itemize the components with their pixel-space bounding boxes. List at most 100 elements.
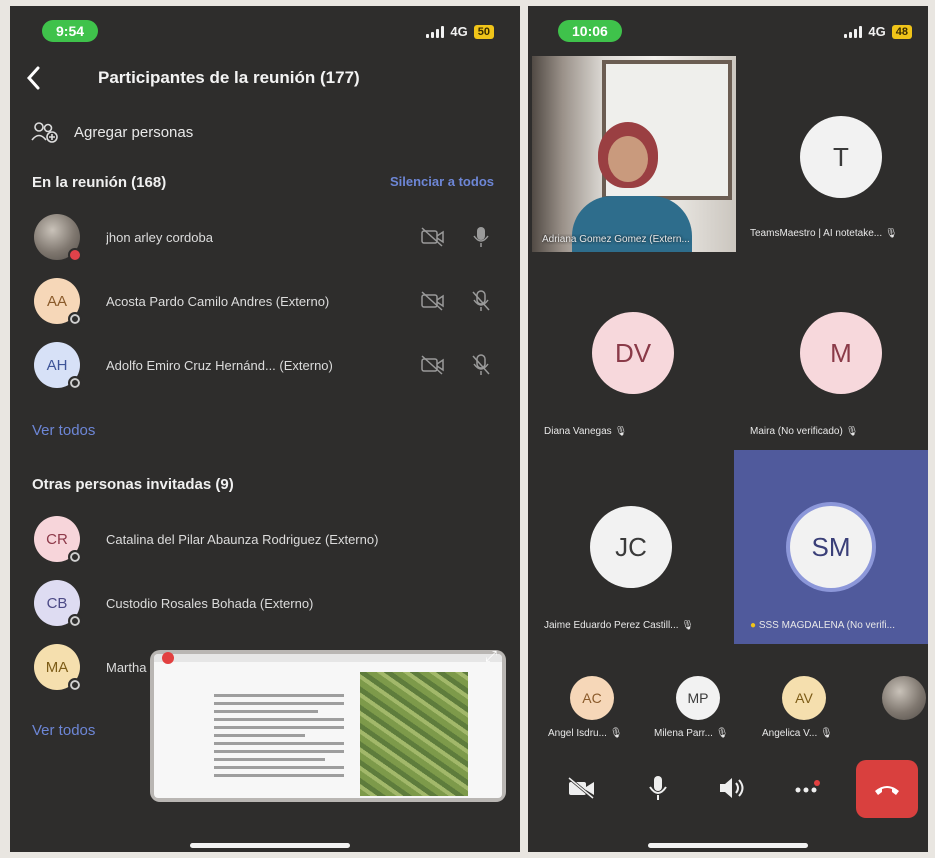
avatar-initials: M	[830, 337, 852, 368]
invited-title: Otras personas invitadas (9)	[32, 476, 234, 493]
tile-name: Jaime Eduardo Perez Castill...	[544, 620, 679, 631]
expand-icon[interactable]: ⤢	[480, 648, 502, 668]
avatar: CR	[34, 516, 82, 564]
speaker-button[interactable]	[712, 768, 752, 808]
avatar-initials: CR	[46, 530, 68, 548]
camera-off-icon	[420, 290, 446, 312]
more-icon	[795, 780, 820, 793]
avatar: AA	[34, 278, 82, 326]
status-dot-icon	[68, 678, 82, 692]
invited-row[interactable]: CB Custodio Rosales Bohada (Externo)	[34, 578, 500, 628]
shared-screen	[154, 654, 502, 798]
strip-name: Milena Parr...	[654, 728, 713, 739]
tile-label: ● SSS MAGDALENA (No verifi...	[750, 620, 926, 631]
status-dot-icon	[68, 376, 82, 390]
home-indicator[interactable]	[190, 843, 350, 848]
speaker-icon	[720, 778, 744, 798]
avatar	[34, 214, 82, 262]
strip-name: Angelica V...	[762, 728, 818, 739]
mic-off-icon: 🎙︎	[820, 728, 833, 739]
mic-off-icon: 🎙︎	[884, 228, 898, 239]
see-all-invited-link[interactable]: Ver todos	[32, 722, 95, 739]
in-meeting-title: En la reunión (168)	[32, 174, 167, 191]
mic-button[interactable]	[638, 768, 678, 808]
status-time: 9:54	[42, 20, 99, 42]
avatar-initials: AC	[582, 690, 602, 706]
avatar-tile[interactable]: DV	[592, 312, 674, 394]
status-indicators: 4G 50	[426, 24, 494, 39]
camera-off-icon	[568, 777, 594, 799]
home-indicator[interactable]	[648, 843, 808, 848]
participant-row[interactable]: AA Acosta Pardo Camilo Andres (Externo)	[34, 276, 500, 326]
video-tile[interactable]: Adriana Gomez Gomez (Extern...	[532, 56, 736, 252]
invited-name: Custodio Rosales Bohada (Externo)	[106, 595, 314, 611]
camera-off-icon	[420, 354, 446, 376]
participant-row[interactable]: AH Adolfo Emiro Cruz Hernánd... (Externo…	[34, 340, 500, 390]
add-people-icon	[31, 122, 58, 143]
person-face	[608, 136, 648, 182]
avatar-initials: AV	[795, 690, 813, 706]
more-button[interactable]	[788, 768, 828, 808]
shared-image	[360, 672, 468, 796]
participant-name: jhon arley cordoba	[106, 229, 213, 245]
network-label: 4G	[868, 24, 886, 39]
add-people-label: Agregar personas	[74, 123, 194, 141]
see-all-in-meeting-link[interactable]: Ver todos	[32, 422, 95, 439]
mute-all-button[interactable]: Silenciar a todos	[390, 174, 494, 189]
avatar: AH	[34, 342, 82, 390]
status-dot-icon	[68, 550, 82, 564]
avatar-initials: AH	[46, 356, 68, 374]
strip-label: Angel Isdru... 🎙︎	[548, 728, 622, 739]
status-time: 10:06	[558, 20, 622, 42]
camera-off-icon	[420, 226, 446, 248]
chevron-left-icon	[26, 66, 40, 90]
shared-document	[214, 694, 344, 782]
tile-label: Maira (No verificado) 🎙︎	[750, 426, 926, 437]
avatar-initials: SM	[811, 531, 851, 562]
meeting-screen: 10:06 4G 48 Adriana Gomez Gomez (Extern.…	[528, 6, 928, 852]
avatar-initials: JC	[615, 531, 647, 562]
avatar-tile[interactable]: M	[800, 312, 882, 394]
status-dot-icon	[68, 614, 82, 628]
signal-icon	[844, 25, 863, 38]
screen-share-preview[interactable]: ⤢	[150, 648, 506, 802]
invited-row[interactable]: CR Catalina del Pilar Abaunza Rodriguez …	[34, 514, 500, 564]
mic-off-icon: 🎙︎	[614, 426, 628, 437]
avatar[interactable]: AC	[570, 676, 614, 720]
mic-icon	[649, 776, 667, 800]
avatar-initials: CB	[46, 594, 68, 612]
active-speaker-tile[interactable]: SM ● SSS MAGDALENA (No verifi...	[734, 450, 928, 644]
avatar-tile[interactable]: T	[800, 116, 882, 198]
status-indicators: 4G 48	[844, 24, 912, 39]
status-dot-icon	[68, 312, 82, 326]
avatar: MA	[34, 644, 82, 692]
camera-toggle-button[interactable]	[562, 768, 602, 808]
avatar[interactable]	[882, 676, 926, 720]
signal-icon	[426, 25, 445, 38]
tile-name: Diana Vanegas	[544, 426, 612, 437]
strip-label: Milena Parr... 🎙︎	[654, 728, 728, 739]
add-people-button[interactable]: Agregar personas	[30, 120, 193, 144]
strip-label: Angelica V... 🎙︎	[762, 728, 833, 739]
participant-row[interactable]: jhon arley cordoba	[34, 212, 500, 262]
mic-off-icon: 🎙︎	[609, 728, 623, 739]
tile-name: SSS MAGDALENA (No verifi...	[758, 620, 895, 631]
avatar-initials: MP	[687, 690, 709, 706]
avatar[interactable]: MP	[676, 676, 720, 720]
mic-on-icon	[468, 226, 494, 248]
tile-label: Adriana Gomez Gomez (Extern...	[542, 234, 690, 245]
avatar-tile[interactable]: JC	[590, 506, 672, 588]
avatar: SM	[790, 506, 872, 588]
raised-hand-icon: ●	[750, 620, 757, 631]
avatar-initials: DV	[614, 337, 652, 368]
avatar[interactable]: AV	[782, 676, 826, 720]
leave-call-button[interactable]	[856, 760, 918, 818]
mic-off-icon: 🎙︎	[845, 426, 859, 437]
tile-label: Diana Vanegas 🎙︎	[544, 426, 724, 437]
avatar: CB	[34, 580, 82, 628]
battery-icon: 50	[473, 24, 494, 39]
avatar-initials: T	[833, 141, 849, 172]
back-button[interactable]	[24, 64, 46, 94]
tile-label: Jaime Eduardo Perez Castill... 🎙︎	[544, 620, 730, 631]
invited-name: Catalina del Pilar Abaunza Rodriguez (Ex…	[106, 531, 379, 547]
